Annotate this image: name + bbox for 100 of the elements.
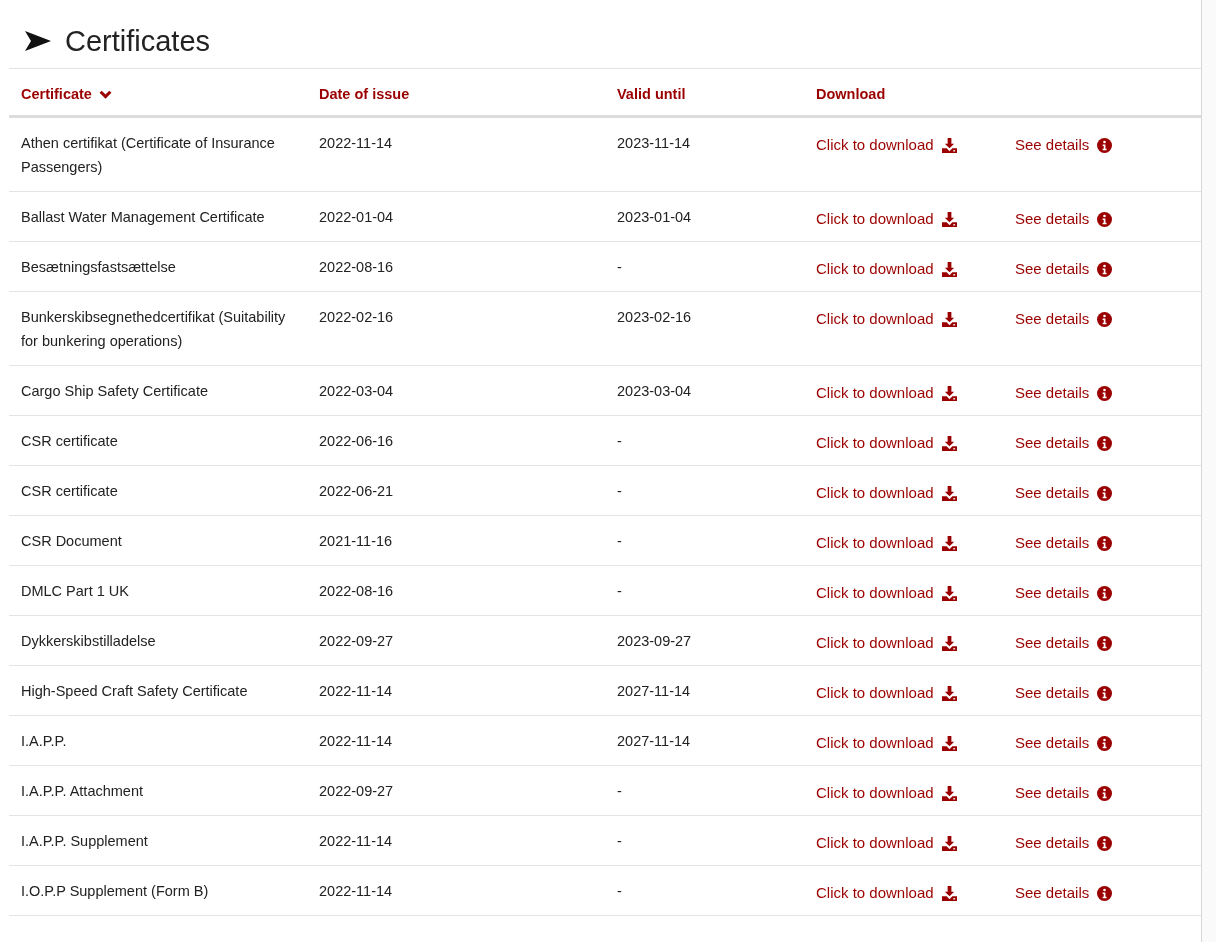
details-link[interactable]: See details [1015,381,1113,405]
certificate-name: Ballast Water Management Certificate [21,209,265,225]
column-header[interactable]: Download [816,86,886,102]
column-header[interactable]: Certificate [21,86,112,102]
issue-date: 2022-11-14 [319,733,393,749]
arrow-icon [25,31,51,51]
download-link[interactable]: Click to download [816,831,957,855]
download-icon [941,685,957,701]
download-icon [941,835,957,851]
download-icon [941,485,957,501]
valid-until-date: - [617,783,622,799]
details-link[interactable]: See details [1015,681,1113,705]
details-link[interactable]: See details [1015,581,1113,605]
valid-until-date: - [617,433,622,449]
certificate-name: Besætningsfastsættelse [21,259,176,275]
download-link[interactable]: Click to download [816,257,957,281]
download-link[interactable]: Click to download [816,581,957,605]
certificate-name: CSR Document [21,533,122,549]
info-icon [1097,885,1113,901]
details-link[interactable]: See details [1015,881,1113,905]
download-link[interactable]: Click to download [816,207,957,231]
certificate-name: I.A.P.P. [21,733,67,749]
valid-until-date: 2023-03-04 [617,383,692,399]
info-icon [1097,685,1113,701]
issue-date: 2022-09-27 [319,783,394,799]
certificate-name: Cargo Ship Safety Certificate [21,383,208,399]
valid-until-date: - [617,483,622,499]
info-icon [1097,211,1113,227]
certificate-name: High-Speed Craft Safety Certificate [21,683,248,699]
valid-until-date: 2023-02-16 [617,309,692,325]
download-icon [941,211,957,227]
column-header[interactable]: Date of issue [319,86,410,102]
valid-until-date: 2027-11-14 [617,733,691,749]
valid-until-date: 2023-01-04 [617,209,692,225]
info-icon [1097,635,1113,651]
details-link[interactable]: See details [1015,831,1113,855]
download-icon [941,137,957,153]
download-link[interactable]: Click to download [816,731,957,755]
download-icon [941,535,957,551]
valid-until-date: 2027-11-14 [617,683,691,699]
info-icon [1097,311,1113,327]
download-icon [941,311,957,327]
certificate-name: DMLC Part 1 UK [21,583,129,599]
download-link[interactable]: Click to download [816,781,957,805]
download-icon [941,735,957,751]
download-icon [941,635,957,651]
details-link[interactable]: See details [1015,207,1113,231]
info-icon [1097,137,1113,153]
valid-until-date: - [617,259,622,275]
valid-until-date: 2023-11-14 [617,135,691,151]
issue-date: 2022-06-21 [319,483,394,499]
details-link[interactable]: See details [1015,531,1113,555]
info-icon [1097,835,1113,851]
details-link[interactable]: See details [1015,257,1113,281]
details-link[interactable]: See details [1015,481,1113,505]
download-link[interactable]: Click to download [816,681,957,705]
download-link[interactable]: Click to download [816,531,957,555]
info-icon [1097,535,1113,551]
download-link[interactable]: Click to download [816,631,957,655]
details-link[interactable]: See details [1015,133,1113,157]
info-icon [1097,435,1113,451]
details-link[interactable]: See details [1015,731,1113,755]
certificate-name: I.A.P.P. Supplement [21,833,148,849]
valid-until-date: 2023-09-27 [617,633,692,649]
issue-date: 2022-03-04 [319,383,394,399]
details-link[interactable]: See details [1015,781,1113,805]
certificate-name: Dykkerskibstilladelse [21,633,156,649]
valid-until-date: - [617,533,622,549]
download-icon [941,261,957,277]
download-link[interactable]: Click to download [816,431,957,455]
download-link[interactable]: Click to download [816,481,957,505]
download-link[interactable]: Click to download [816,133,957,157]
info-icon [1097,261,1113,277]
valid-until-date: - [617,833,622,849]
download-link[interactable]: Click to download [816,381,957,405]
download-icon [941,785,957,801]
chevron-down-icon [98,89,112,99]
download-link[interactable]: Click to download [816,881,957,905]
details-link[interactable]: See details [1015,307,1113,331]
download-icon [941,385,957,401]
issue-date: 2022-11-14 [319,683,393,699]
certificate-name: I.A.P.P. Attachment [21,783,143,799]
issue-date: 2022-11-14 [319,883,393,899]
info-icon [1097,785,1113,801]
issue-date: 2022-08-16 [319,583,394,599]
issue-date: 2022-01-04 [319,209,394,225]
details-link[interactable]: See details [1015,431,1113,455]
scrollbar-track[interactable] [1201,0,1216,942]
details-link[interactable]: See details [1015,631,1113,655]
issue-date: 2022-11-14 [319,833,393,849]
column-header[interactable]: Valid until [617,86,686,102]
info-icon [1097,485,1113,501]
certificate-name: Bunkerskibsegnethedcertifikat (Suitability for bunkering operations) [21,309,286,349]
valid-until-date: - [617,583,622,599]
certificate-name: CSR certificate [21,483,118,499]
download-icon [941,435,957,451]
issue-date: 2022-11-14 [319,135,393,151]
download-link[interactable]: Click to download [816,307,957,331]
info-icon [1097,585,1113,601]
download-icon [941,885,957,901]
